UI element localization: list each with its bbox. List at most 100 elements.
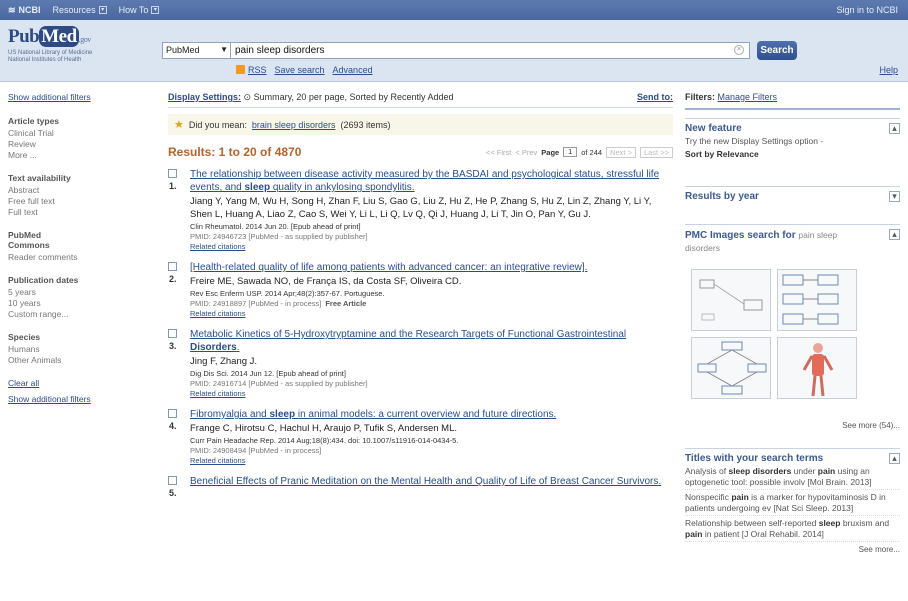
collapse-icon[interactable]: ▴ bbox=[889, 229, 900, 240]
results-count: Results: 1 to 20 of 4870 bbox=[168, 145, 302, 159]
title-suggestion[interactable]: Nonspecific pain is a marker for hypovit… bbox=[685, 492, 900, 516]
title-suggestion[interactable]: Analysis of sleep disorders under pain u… bbox=[685, 466, 900, 490]
database-select[interactable]: PubMed ▼ bbox=[162, 42, 232, 59]
filter-item[interactable]: Clinical Trial bbox=[8, 128, 148, 139]
free-article-link[interactable]: Free Article bbox=[325, 299, 366, 308]
save-search-link[interactable]: Save search bbox=[275, 65, 325, 75]
flowchart-thumbnail-icon bbox=[699, 279, 763, 321]
filter-item[interactable]: 10 years bbox=[8, 298, 148, 309]
result-pmid: PMID: 24908494 [PubMed - in process] bbox=[190, 446, 322, 455]
related-citations-link[interactable]: Related citations bbox=[190, 242, 245, 251]
first-page-link[interactable]: << First bbox=[486, 148, 511, 157]
result-checkbox[interactable] bbox=[168, 169, 177, 178]
did-you-mean-link[interactable]: brain sleep disorders bbox=[252, 120, 336, 130]
filter-item[interactable]: Full text bbox=[8, 207, 148, 218]
filter-item[interactable]: 5 years bbox=[8, 287, 148, 298]
pmc-images-panel: PMC Images search for pain sleep disorde… bbox=[685, 224, 900, 430]
see-more-images-link[interactable]: See more (54)... bbox=[685, 421, 900, 430]
sort-relevance-link[interactable]: Sort by Relevance bbox=[685, 149, 759, 159]
search-input[interactable]: pain sleep disorders bbox=[230, 42, 750, 59]
display-settings-link[interactable]: Display Settings: bbox=[168, 92, 241, 102]
clear-all-link[interactable]: Clear all bbox=[8, 378, 148, 388]
filter-item[interactable]: Humans bbox=[8, 344, 148, 355]
result-number: 5. bbox=[169, 488, 177, 498]
search-subnav: RSS Save search Advanced bbox=[236, 65, 373, 75]
ncbi-topbar: ≋ NCBI Resources ▾ How To ▾ Sign in to N… bbox=[0, 0, 908, 20]
right-sidebar: Filters: Manage Filters New feature ▴ Tr… bbox=[685, 92, 900, 554]
result-number: 3. bbox=[169, 341, 177, 351]
page-number-input[interactable]: 1 bbox=[563, 147, 578, 157]
related-citations-link[interactable]: Related citations bbox=[190, 389, 245, 398]
prev-page-link[interactable]: < Prev bbox=[515, 148, 537, 157]
send-to-link[interactable]: Send to: bbox=[637, 92, 673, 103]
dropdown-icon: ▾ bbox=[151, 6, 160, 14]
result-authors: Jiang Y, Yang M, Wu H, Song H, Zhan F, L… bbox=[190, 196, 652, 220]
result-title-link[interactable]: The relationship between disease activit… bbox=[190, 168, 673, 194]
show-filters-link-bottom[interactable]: Show additional filters bbox=[8, 394, 148, 404]
chevron-down-icon: ▼ bbox=[220, 45, 228, 54]
result-item: 5. Beneficial Effects of Pranic Meditati… bbox=[168, 475, 673, 498]
related-citations-link[interactable]: Related citations bbox=[190, 456, 245, 465]
pubmed-logo[interactable]: Pub Med .gov US National Library of Medici… bbox=[8, 26, 148, 64]
expand-icon[interactable]: ▾ bbox=[889, 191, 900, 202]
result-number: 2. bbox=[169, 274, 177, 284]
last-page-button[interactable]: Last >> bbox=[639, 146, 673, 158]
result-checkbox[interactable] bbox=[168, 409, 177, 418]
result-title-link[interactable]: [Health-related quality of life among pa… bbox=[190, 261, 673, 274]
collapse-icon[interactable]: ▴ bbox=[889, 453, 900, 464]
filter-group-species: Species Humans Other Animals bbox=[8, 332, 148, 366]
show-filters-link-top[interactable]: Show additional filters bbox=[8, 92, 148, 102]
filter-item[interactable]: Abstract bbox=[8, 185, 148, 196]
manage-filters-link[interactable]: Manage Filters bbox=[718, 92, 778, 102]
pmc-image-thumbnail[interactable] bbox=[691, 337, 771, 399]
filter-group-publication-dates: Publication dates 5 years 10 years Custo… bbox=[8, 275, 148, 320]
result-title-link[interactable]: Beneficial Effects of Pranic Meditation … bbox=[190, 475, 673, 488]
filter-item[interactable]: Review bbox=[8, 139, 148, 150]
result-journal: Rev Esc Enferm USP. 2014 Apr;48(2):357-6… bbox=[190, 289, 385, 298]
pager: << First < Prev Page 1 of 244 Next > Las… bbox=[486, 146, 673, 158]
see-more-titles-link[interactable]: See more... bbox=[685, 545, 900, 554]
result-pmid: PMID: 24916714 [PubMed - as supplied by … bbox=[190, 379, 368, 388]
related-citations-link[interactable]: Related citations bbox=[190, 309, 245, 318]
howto-menu[interactable]: How To ▾ bbox=[119, 5, 160, 15]
result-journal: Clin Rheumatol. 2014 Jun 20. [Epub ahead… bbox=[190, 222, 361, 231]
results-by-year-panel: Results by year ▾ bbox=[685, 186, 900, 202]
filter-item[interactable]: Free full text bbox=[8, 196, 148, 207]
result-item: 4. Fibromyalgia and sleep in animal mode… bbox=[168, 408, 673, 466]
filter-item[interactable]: More ... bbox=[8, 150, 148, 161]
result-checkbox[interactable] bbox=[168, 476, 177, 485]
titles-panel: Titles with your search terms ▴ Analysis… bbox=[685, 448, 900, 554]
star-icon: ★ bbox=[174, 119, 184, 131]
search-header: Pub Med .gov US National Library of Medici… bbox=[0, 20, 908, 82]
pmc-image-thumbnail[interactable] bbox=[777, 269, 857, 331]
pmc-image-thumbnail[interactable] bbox=[691, 269, 771, 331]
help-link[interactable]: Help bbox=[879, 65, 898, 75]
advanced-search-link[interactable]: Advanced bbox=[333, 65, 373, 75]
network-thumbnail-icon bbox=[697, 341, 767, 395]
signin-link[interactable]: Sign in to NCBI bbox=[836, 5, 898, 15]
rss-link[interactable]: RSS bbox=[236, 65, 267, 75]
result-authors: Jing F, Zhang J. bbox=[190, 356, 258, 367]
result-number: 1. bbox=[169, 181, 177, 191]
result-title-link[interactable]: Metabolic Kinetics of 5-Hydroxytryptamin… bbox=[190, 328, 673, 354]
did-you-mean: ★ Did you mean: brain sleep disorders (2… bbox=[168, 114, 673, 135]
ncbi-home-link[interactable]: ≋ NCBI bbox=[8, 5, 41, 16]
pmc-image-thumbnail[interactable] bbox=[777, 337, 857, 399]
filter-item[interactable]: Reader comments bbox=[8, 252, 148, 263]
result-checkbox[interactable] bbox=[168, 329, 177, 338]
collapse-icon[interactable]: ▴ bbox=[889, 123, 900, 134]
filter-item[interactable]: Custom range... bbox=[8, 309, 148, 320]
filter-group-pubmed-commons: PubMed Commons Reader comments bbox=[8, 230, 148, 263]
clear-search-icon[interactable]: × bbox=[734, 45, 744, 55]
next-page-button[interactable]: Next > bbox=[606, 146, 636, 158]
filters-bar: Filters: Manage Filters bbox=[685, 92, 900, 110]
filter-item[interactable]: Other Animals bbox=[8, 355, 148, 366]
result-number: 4. bbox=[169, 421, 177, 431]
title-suggestion[interactable]: Relationship between self-reported sleep… bbox=[685, 518, 900, 542]
new-feature-panel: New feature ▴ Try the new Display Settin… bbox=[685, 118, 900, 160]
result-authors: Freire ME, Sawada NO, de França IS, da C… bbox=[190, 276, 462, 287]
resources-menu[interactable]: Resources ▾ bbox=[53, 5, 107, 15]
search-button[interactable]: Search bbox=[757, 41, 797, 60]
result-title-link[interactable]: Fibromyalgia and sleep in animal models:… bbox=[190, 408, 673, 421]
result-checkbox[interactable] bbox=[168, 262, 177, 271]
